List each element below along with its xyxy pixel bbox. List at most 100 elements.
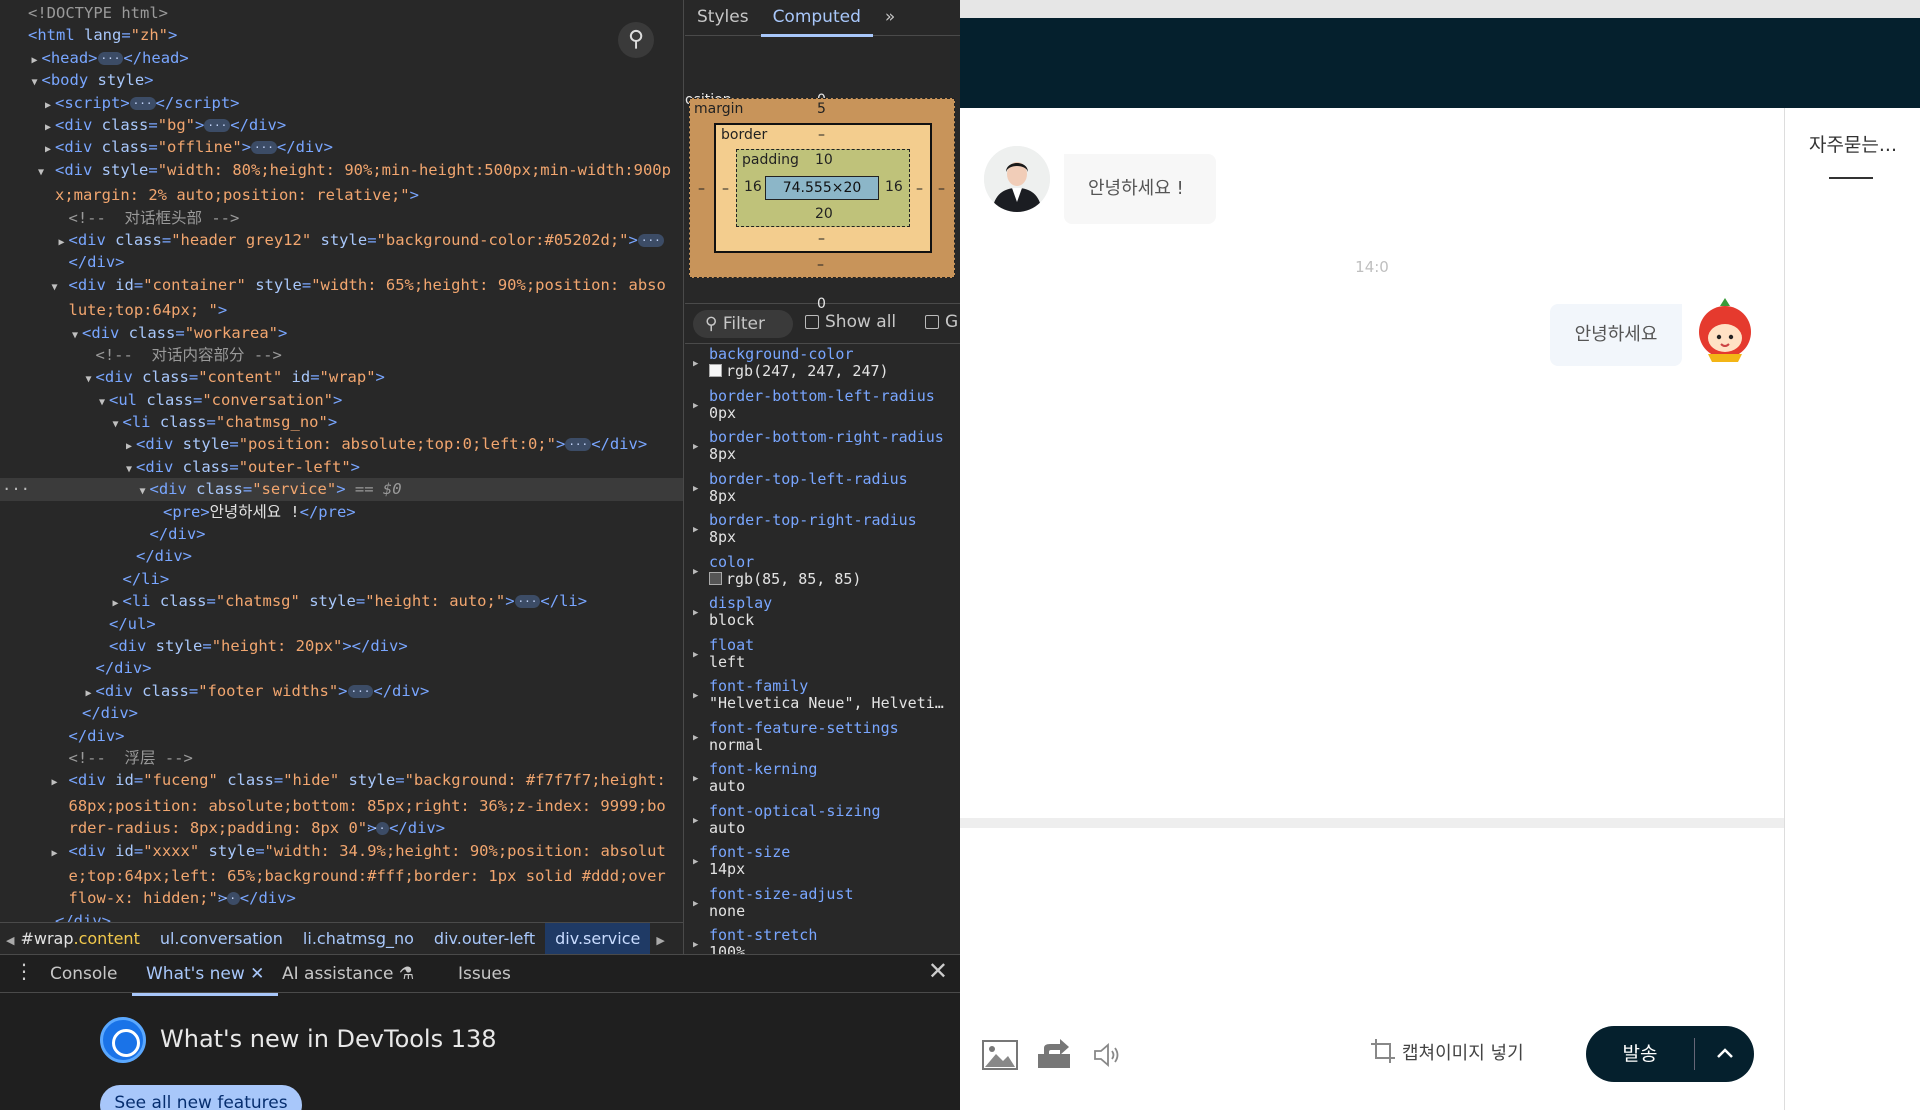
box-model-content-size[interactable]: 74.555×20 (765, 176, 879, 200)
dom-node-line[interactable]: ▶ <div class="footer widths"> ··· </div> (0, 680, 683, 702)
dom-node-line[interactable]: ▶ <div style="position: absolute;top:0;le… (0, 433, 683, 455)
close-tab-icon[interactable]: ✕ (250, 964, 264, 984)
chevron-up-icon[interactable] (1696, 1026, 1754, 1082)
color-swatch[interactable] (709, 571, 722, 585)
computed-property[interactable]: ▶ color rgb(85, 85, 85) (685, 552, 960, 594)
send-button[interactable]: 발송 (1586, 1026, 1694, 1082)
computed-property[interactable]: ▶ float left (685, 635, 960, 677)
breadcrumb-scroll-left-icon[interactable]: ◀ (0, 925, 20, 954)
computed-property[interactable]: ▶ font-stretch 100% (685, 925, 960, 955)
expand-triangle-icon[interactable]: ▶ (693, 813, 698, 830)
expand-triangle-icon[interactable]: ▶ (51, 772, 69, 794)
dom-node-line[interactable]: ▼ <div style="width: 80%;height: 90%;min-… (0, 159, 683, 207)
dom-node-line[interactable]: ▼ <div class="workarea"> (0, 322, 683, 344)
dom-node-line[interactable]: ▶ <div class="header grey12" style="backg… (0, 229, 683, 251)
computed-property[interactable]: ▶ font-size 14px (685, 842, 960, 884)
capture-image-button[interactable]: 캡쳐이미지 넣기 (1370, 1038, 1524, 1069)
expand-triangle-icon[interactable]: ▶ (693, 688, 698, 705)
image-upload-icon[interactable] (982, 1040, 1018, 1074)
expand-triangle-icon[interactable]: ▶ (693, 771, 698, 788)
dom-node-line[interactable]: </div> (0, 725, 683, 747)
computed-property[interactable]: ▶ display block (685, 593, 960, 635)
computed-property[interactable]: ▶ font-feature-settings normal (685, 718, 960, 760)
dom-node-line[interactable]: ▶ <div id="fuceng" class="hide" style="ba… (0, 769, 683, 839)
dom-node-line[interactable]: ▶ <div id="xxxx" style="width: 34.9%;heig… (0, 840, 683, 910)
tab-computed[interactable]: Computed (760, 0, 873, 37)
dom-node-line[interactable]: <!-- 对话内容部分 --> (0, 344, 683, 366)
tab-console[interactable]: Console (50, 955, 118, 993)
dom-node-line[interactable]: <!-- 浮层 --> (0, 747, 683, 769)
dom-node-line[interactable]: </div> (0, 545, 683, 567)
dom-node-line[interactable]: <!-- 对话框头部 --> (0, 207, 683, 229)
computed-property[interactable]: ▶ font-size-adjust none (685, 884, 960, 926)
expand-triangle-icon[interactable]: ▶ (693, 605, 698, 622)
expand-triangle-icon[interactable]: ▶ (693, 647, 698, 664)
expand-triangle-icon[interactable]: ▶ (693, 937, 698, 954)
computed-property[interactable]: ▶ border-top-left-radius 8px (685, 469, 960, 511)
close-drawer-icon[interactable]: ✕ (928, 957, 948, 985)
computed-property[interactable]: ▶ border-top-right-radius 8px (685, 510, 960, 552)
breadcrumb-item-div-service[interactable]: div.service (545, 923, 651, 954)
collapse-triangle-icon[interactable]: ▼ (38, 162, 55, 184)
dom-node-line[interactable]: ▶ <script> ··· </script> (0, 92, 683, 114)
expand-triangle-icon[interactable]: ▶ (693, 522, 698, 539)
expand-triangle-icon[interactable]: ▶ (693, 896, 698, 913)
tab-ai-assistance[interactable]: AI assistance ⚗ (282, 955, 414, 993)
group-checkbox-box[interactable] (925, 315, 939, 329)
see-all-new-features-button[interactable]: See all new features (100, 1085, 302, 1110)
tab-whats-new[interactable]: What's new ✕ (132, 955, 279, 996)
dom-node-line[interactable]: ▼ <body style> (0, 69, 683, 91)
breadcrumb-item-ul-conversation[interactable]: ul.conversation (150, 923, 293, 954)
node-actions-icon[interactable]: ··· (2, 478, 30, 500)
collapse-triangle-icon[interactable]: ▼ (51, 277, 69, 299)
expand-triangle-icon[interactable]: ▶ (693, 564, 698, 581)
computed-property[interactable]: ▶ border-bottom-left-radius 0px (685, 386, 960, 428)
show-all-checkbox-box[interactable] (805, 315, 819, 329)
filter-input[interactable]: ⚲ Filter (693, 310, 793, 338)
dom-node-line[interactable]: <div style="height: 20px"></div> (0, 635, 683, 657)
color-swatch[interactable] (709, 364, 722, 377)
drawer-menu-kebab-icon[interactable]: ⋮ (14, 959, 34, 983)
show-all-checkbox[interactable]: Show all (805, 312, 896, 332)
expand-triangle-icon[interactable]: ▶ (51, 843, 69, 865)
computed-property[interactable]: ▶ font-family "Helvetica Neue", Helveti… (685, 676, 960, 718)
dom-node-line[interactable]: ▼ <ul class="conversation"> (0, 389, 683, 411)
dom-node-line[interactable]: ▶ <div class="offline"> ··· </div> (0, 136, 683, 158)
expand-triangle-icon[interactable]: ▶ (693, 730, 698, 747)
dom-node-line[interactable]: <html lang="zh"> (0, 24, 683, 46)
expand-triangle-icon[interactable]: ▶ (693, 398, 698, 415)
dom-node-line[interactable]: </li> (0, 568, 683, 590)
tab-styles[interactable]: Styles (685, 0, 761, 34)
breadcrumb-scroll-right-icon[interactable]: ▶ (650, 925, 670, 954)
expand-triangle-icon[interactable]: ▶ (693, 356, 698, 373)
expand-triangle-icon[interactable]: ▶ (693, 854, 698, 871)
accessibility-tree-toggle-icon[interactable]: ⚲ (618, 22, 654, 58)
computed-property[interactable]: ▶ border-bottom-right-radius 8px (685, 427, 960, 469)
dom-node-line[interactable]: </div> (0, 657, 683, 679)
more-tabs-chevron-icon[interactable]: » (873, 0, 907, 34)
dom-node-line[interactable]: </div> (0, 702, 683, 724)
speaker-icon[interactable] (1092, 1040, 1122, 1074)
group-checkbox[interactable]: G (925, 312, 958, 332)
dom-node-line[interactable]: </div> (0, 251, 683, 273)
computed-property[interactable]: ▶ background-color rgb(247, 247, 247) (685, 344, 960, 386)
breadcrumb-item-li-chatmsg-no[interactable]: li.chatmsg_no (293, 923, 424, 954)
faq-tab[interactable]: 자주묻는... (1785, 130, 1920, 157)
dom-node-line[interactable]: <pre>안녕하세요 !</pre> (0, 501, 683, 523)
dom-node-line[interactable]: ▼ <li class="chatmsg_no"> (0, 411, 683, 433)
dom-node-line[interactable]: ▶ <li class="chatmsg" style="height: auto… (0, 590, 683, 612)
dom-node-line[interactable]: ▼ <div class="content" id="wrap"> (0, 366, 683, 388)
dom-node-line[interactable]: </ul> (0, 613, 683, 635)
dom-node-line[interactable]: </div> (0, 523, 683, 545)
dom-node-line[interactable]: ▼ <div id="container" style="width: 65%;h… (0, 274, 683, 322)
share-icon[interactable] (1036, 1036, 1072, 1074)
tab-issues[interactable]: Issues (458, 955, 511, 993)
dom-node-line[interactable]: <!DOCTYPE html> (0, 2, 683, 24)
dom-node-line[interactable]: ▶ <head> ··· </head> (0, 47, 683, 69)
breadcrumb-item-wrap-content[interactable]: #wrap.content (20, 923, 149, 954)
dom-node-line[interactable]: ▶ <div class="bg"> ··· </div> (0, 114, 683, 136)
computed-property[interactable]: ▶ font-kerning auto (685, 759, 960, 801)
computed-property[interactable]: ▶ font-optical-sizing auto (685, 801, 960, 843)
dom-node-selected[interactable]: ··· ▼ <div class="service"> == $0 (0, 478, 683, 501)
expand-triangle-icon[interactable]: ▶ (693, 439, 698, 456)
